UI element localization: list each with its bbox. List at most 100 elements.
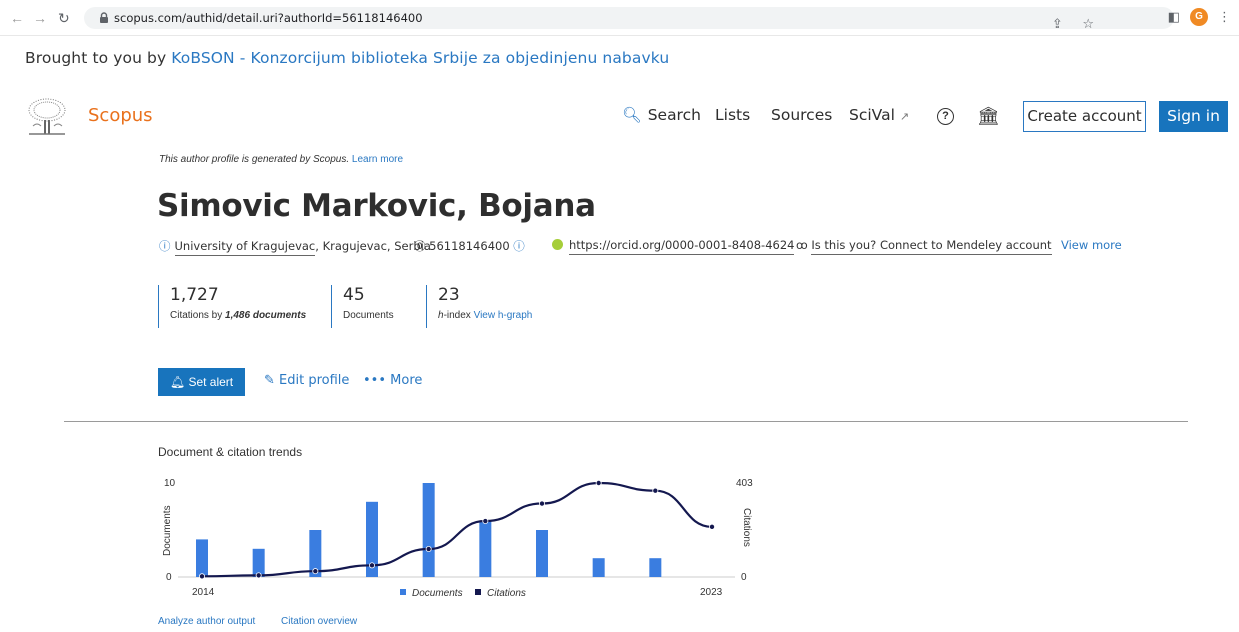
note-text: This author profile is generated by Scop… (159, 154, 350, 165)
set-alert-label: Set alert (188, 375, 234, 389)
pencil-icon: ✎ (264, 373, 275, 388)
citations-point (199, 573, 206, 580)
set-alert-button[interactable]: 🔔︎ Set alert (158, 368, 245, 396)
hindex-value: 23 (438, 285, 460, 305)
citations-point (368, 562, 375, 569)
left-axis-tick: 0 (166, 572, 172, 583)
documents-bar (196, 539, 208, 577)
mendeley-icon: ꝏ (796, 238, 808, 252)
citations-line (201, 481, 713, 578)
orcid: https://orcid.org/0000-0001-8408-4624 (552, 238, 795, 255)
author-id: ⓪ 56118146400 ⓘ (414, 238, 529, 254)
documents-count: 45 (343, 285, 365, 305)
documents-bar (592, 558, 605, 577)
documents-bar (649, 558, 662, 577)
share-icon[interactable]: ⇪ (1052, 16, 1063, 31)
profile-avatar[interactable]: G (1190, 8, 1208, 26)
lock-icon (100, 12, 108, 23)
affiliation: ⓘ University of Kragujevac, Kragujevac, S… (159, 238, 431, 256)
brought-to-you-banner: Brought to you by KoBSON - Konzorcijum b… (25, 49, 669, 67)
more-button[interactable]: ••• More (363, 373, 422, 388)
citations-point (255, 572, 262, 579)
info-icon: ⓘ (159, 239, 171, 253)
hindex-rest: -index (443, 310, 474, 321)
forward-arrow-icon[interactable]: → (33, 9, 47, 27)
citations-point (595, 479, 602, 486)
legend-citations-label: Citations (487, 588, 526, 599)
nav-lists[interactable]: Lists (715, 106, 750, 124)
id-icon: ⓪ (414, 239, 426, 253)
metric-documents: 45 Documents (331, 285, 394, 328)
external-link-icon: ↗ (899, 110, 910, 123)
learn-more-link[interactable]: Learn more (352, 154, 403, 165)
citations-point (482, 518, 489, 525)
view-hgraph-link[interactable]: View h-graph (474, 310, 533, 321)
kebab-menu-icon[interactable]: ⋮ (1218, 9, 1231, 25)
bookmark-star-icon[interactable]: ☆ (1082, 16, 1094, 31)
legend-documents-swatch (400, 589, 406, 595)
url-text: scopus.com/authid/detail.uri?authorId=56… (114, 11, 423, 25)
info-icon[interactable]: ⓘ (513, 239, 525, 253)
nav-scival[interactable]: SciVal ↗ (849, 106, 909, 124)
author-name: Simovic Markovic, Bojana (157, 188, 596, 224)
right-axis-tick: 403 (736, 478, 753, 489)
citations-point (709, 523, 716, 530)
chart-title: Document & citation trends (158, 445, 303, 459)
elsevier-tree-logo[interactable] (23, 96, 71, 136)
left-axis-tick: 10 (164, 478, 176, 489)
affiliation-link[interactable]: University of Kragujevac (174, 239, 316, 256)
citations-point (538, 500, 545, 507)
side-panel-icon[interactable]: ◧ (1168, 9, 1180, 25)
x-axis-start-label: 2014 (192, 587, 215, 598)
create-account-button[interactable]: Create account (1023, 101, 1146, 132)
scopus-logo[interactable]: Scopus (88, 105, 153, 126)
citations-point (312, 568, 319, 575)
x-axis-end-label: 2023 (700, 587, 723, 598)
mendeley: ꝏ Is this you? Connect to Mendeley accou… (796, 238, 1052, 255)
nav-scival-label: SciVal (849, 106, 895, 124)
author-id-value: 56118146400 (429, 239, 510, 253)
legend-documents-label: Documents (412, 588, 463, 599)
mendeley-link[interactable]: Is this you? Connect to Mendeley account (811, 238, 1052, 255)
right-axis-tick: 0 (741, 572, 747, 583)
bell-icon: 🔔︎ (169, 375, 186, 389)
documents-bar (479, 520, 492, 577)
reload-icon[interactable]: ↻ (58, 9, 70, 27)
view-more-link[interactable]: View more (1061, 238, 1122, 252)
address-bar[interactable]: scopus.com/authid/detail.uri?authorId=56… (84, 7, 1174, 32)
left-axis-title: Documents (162, 505, 173, 556)
institution-icon[interactable]: 🏛︎ (977, 106, 1000, 127)
citations-point (652, 487, 659, 494)
hindex-label: h-index View h-graph (438, 310, 532, 321)
edit-profile-button[interactable]: ✎ Edit profile (264, 373, 349, 388)
kobson-link[interactable]: KoBSON - Konzorcijum biblioteka Srbije z… (171, 49, 669, 67)
browser-toolbar: ← → ↻ scopus.com/authid/detail.uri?autho… (0, 0, 1239, 36)
documents-bar (536, 530, 548, 577)
search-icon: 🔍︎ (622, 106, 642, 124)
orcid-link[interactable]: https://orcid.org/0000-0001-8408-4624 (569, 238, 795, 255)
citations-label: Citations by 1,486 documents (170, 310, 306, 321)
nav-sources[interactable]: Sources (771, 106, 832, 124)
documents-label: Documents (343, 310, 394, 321)
trend-chart: 10 0 403 0 2014 2023 Documents Citations Documen… (162, 478, 753, 599)
citation-overview-link[interactable]: Citation overview (281, 616, 357, 627)
right-axis-title: Citations (741, 508, 752, 547)
section-divider (64, 421, 1188, 422)
help-icon[interactable]: ? (937, 108, 954, 125)
browser-icons: ◧ G ⋮ (1168, 8, 1231, 26)
nav-search[interactable]: 🔍︎ Search (622, 106, 701, 124)
metric-hindex: 23 h-index View h-graph (426, 285, 532, 328)
back-arrow-icon[interactable]: ← (10, 9, 24, 27)
citations-count: 1,727 (170, 285, 219, 305)
citations-point (425, 546, 432, 553)
documents-bar (422, 483, 435, 577)
url-actions: ⇪ ☆ (1036, 16, 1094, 32)
analyze-author-output-link[interactable]: Analyze author output (158, 616, 255, 627)
more-label: More (390, 373, 423, 388)
orcid-icon (552, 239, 563, 250)
citations-docs: 1,486 documents (225, 310, 307, 321)
citations-label-prefix: Citations by (170, 310, 226, 321)
metric-citations: 1,727 Citations by 1,486 documents (158, 285, 306, 328)
sign-in-button[interactable]: Sign in (1159, 101, 1228, 132)
nav-search-label: Search (647, 106, 701, 124)
